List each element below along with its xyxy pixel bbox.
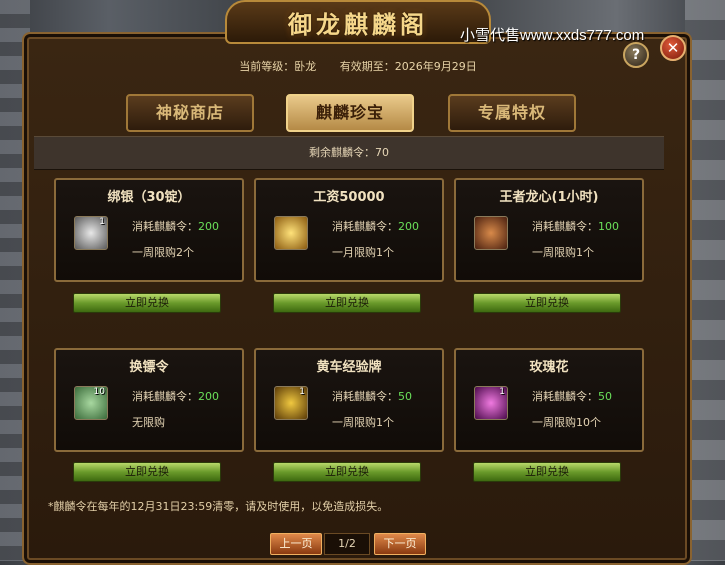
item-title: 王者龙心(1小时) <box>499 190 599 205</box>
item-count: 1 <box>299 387 305 397</box>
dragon-heart-icon[interactable] <box>474 216 508 250</box>
watermark-text: 小雪代售www.xxds777.com <box>460 27 645 44</box>
exchange-button[interactable]: 立即兑换 <box>473 293 621 313</box>
yellow-cart-icon[interactable]: 1 <box>274 386 308 420</box>
item-cost: 消耗麒麟令：50 <box>332 390 412 403</box>
reset-note: *麒麟令在每年的12月31日23:59清零，请及时使用，以免造成损失。 <box>48 500 389 513</box>
item-limit: 一周限购10个 <box>532 416 601 429</box>
item-cost: 消耗麒麟令：200 <box>132 390 219 403</box>
item-limit: 一月限购1个 <box>332 246 394 259</box>
tab-qilin-treasure[interactable]: 麒麟珍宝 <box>286 94 414 132</box>
exchange-button[interactable]: 立即兑换 <box>473 462 621 482</box>
tab-exclusive-privilege[interactable]: 专属特权 <box>448 94 576 132</box>
item-limit: 一周限购2个 <box>132 246 194 259</box>
item-title: 绑银（30锭） <box>107 190 191 205</box>
item-title: 玫瑰花 <box>529 360 569 375</box>
exchange-button[interactable]: 立即兑换 <box>73 462 221 482</box>
exchange-button[interactable]: 立即兑换 <box>73 293 221 313</box>
item-limit: 无限购 <box>132 416 165 429</box>
page-indicator: 1/2 <box>324 533 370 555</box>
item-card: 王者龙心(1小时) 消耗麒麟令：100 一周限购1个 <box>454 178 644 282</box>
close-button[interactable]: ✕ <box>660 35 686 61</box>
item-card: 换镖令 10 消耗麒麟令：200 无限购 <box>54 348 244 452</box>
escort-token-icon[interactable]: 10 <box>74 386 108 420</box>
item-count: 1 <box>499 387 505 397</box>
item-title: 换镖令 <box>129 360 169 375</box>
silver-ingot-icon[interactable]: 1 <box>74 216 108 250</box>
item-card: 工资50000 消耗麒麟令：200 一月限购1个 <box>254 178 444 282</box>
item-card: 绑银（30锭） 1 消耗麒麟令：200 一周限购2个 <box>54 178 244 282</box>
remaining-tokens: 剩余麒麟令：70 <box>34 136 664 170</box>
item-count: 10 <box>93 387 105 397</box>
item-card: 玫瑰花 1 消耗麒麟令：50 一周限购10个 <box>454 348 644 452</box>
current-level: 当前等级：卧龙 <box>239 60 317 73</box>
item-cost: 消耗麒麟令：200 <box>332 220 419 233</box>
item-card: 黄车经验牌 1 消耗麒麟令：50 一周限购1个 <box>254 348 444 452</box>
item-cost: 消耗麒麟令：50 <box>532 390 612 403</box>
expiry-date: 有效期至：2026年9月29日 <box>339 60 477 73</box>
window-title: 御龙麒麟阁 <box>225 0 491 44</box>
item-title: 工资50000 <box>313 190 385 205</box>
gold-coins-icon[interactable] <box>274 216 308 250</box>
next-page-button[interactable]: 下一页 <box>374 533 426 555</box>
exchange-button[interactable]: 立即兑换 <box>273 293 421 313</box>
item-count: 1 <box>99 217 105 227</box>
item-cost: 消耗麒麟令：200 <box>132 220 219 233</box>
item-cost: 消耗麒麟令：100 <box>532 220 619 233</box>
item-title: 黄车经验牌 <box>316 360 382 375</box>
item-limit: 一周限购1个 <box>332 416 394 429</box>
item-limit: 一周限购1个 <box>532 246 594 259</box>
status-bar: 当前等级：卧龙 有效期至：2026年9月29日 <box>58 53 658 81</box>
prev-page-button[interactable]: 上一页 <box>270 533 322 555</box>
rose-icon[interactable]: 1 <box>474 386 508 420</box>
exchange-button[interactable]: 立即兑换 <box>273 462 421 482</box>
tab-mystery-shop[interactable]: 神秘商店 <box>126 94 254 132</box>
